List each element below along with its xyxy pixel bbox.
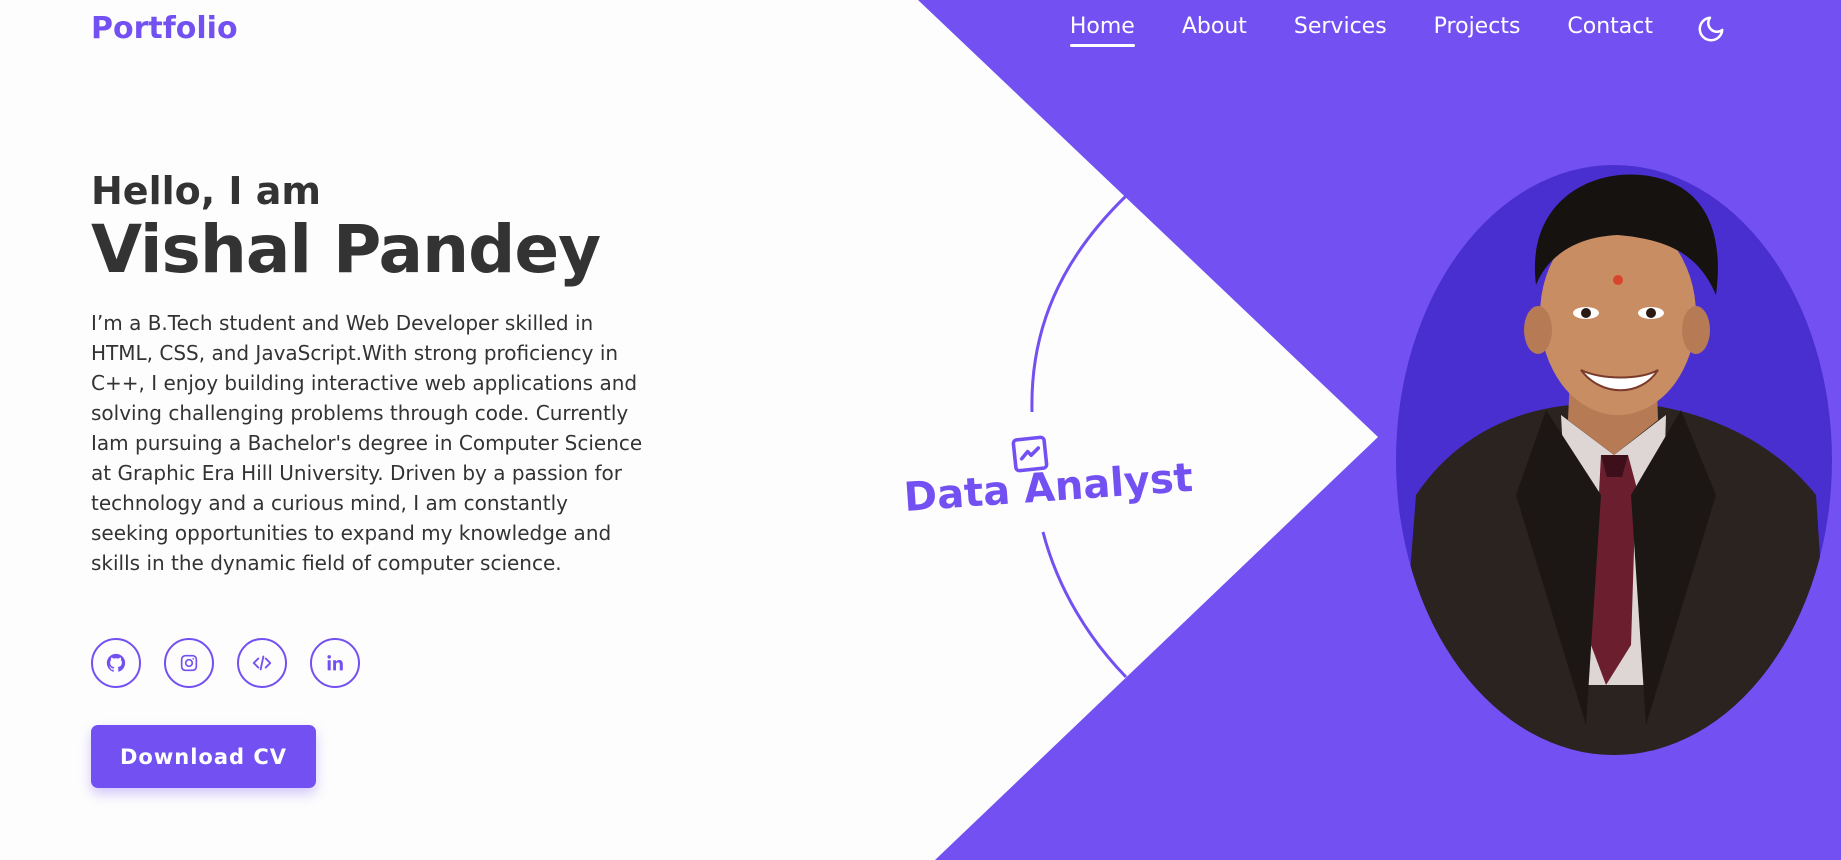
nav-about[interactable]: About (1182, 14, 1247, 47)
social-links (91, 638, 360, 688)
site-header: Portfolio Home About Services Projects C… (0, 0, 1841, 60)
nav-projects[interactable]: Projects (1434, 14, 1521, 47)
nav-home[interactable]: Home (1069, 14, 1135, 47)
linkedin-icon[interactable] (310, 638, 360, 688)
github-icon[interactable] (91, 638, 141, 688)
hero-description: I’m a B.Tech student and Web Developer s… (91, 311, 643, 575)
nav-contact[interactable]: Contact (1567, 14, 1653, 47)
hero-name: Vishal Pandey (91, 211, 601, 288)
main-nav: Home About Services Projects Contact (1069, 14, 1653, 47)
moon-icon[interactable] (1696, 14, 1726, 44)
download-cv-button[interactable]: Download CV (91, 725, 316, 788)
chart-line-icon (1011, 435, 1049, 473)
hero-greeting: Hello, I am (91, 169, 322, 213)
nav-services[interactable]: Services (1294, 14, 1387, 47)
hero-section: Hello, I am Vishal Pandey I’m a B.Tech s… (91, 168, 651, 598)
instagram-icon[interactable] (164, 638, 214, 688)
logo[interactable]: Portfolio (91, 11, 238, 46)
code-icon[interactable] (237, 638, 287, 688)
profile-photo (1396, 165, 1832, 755)
